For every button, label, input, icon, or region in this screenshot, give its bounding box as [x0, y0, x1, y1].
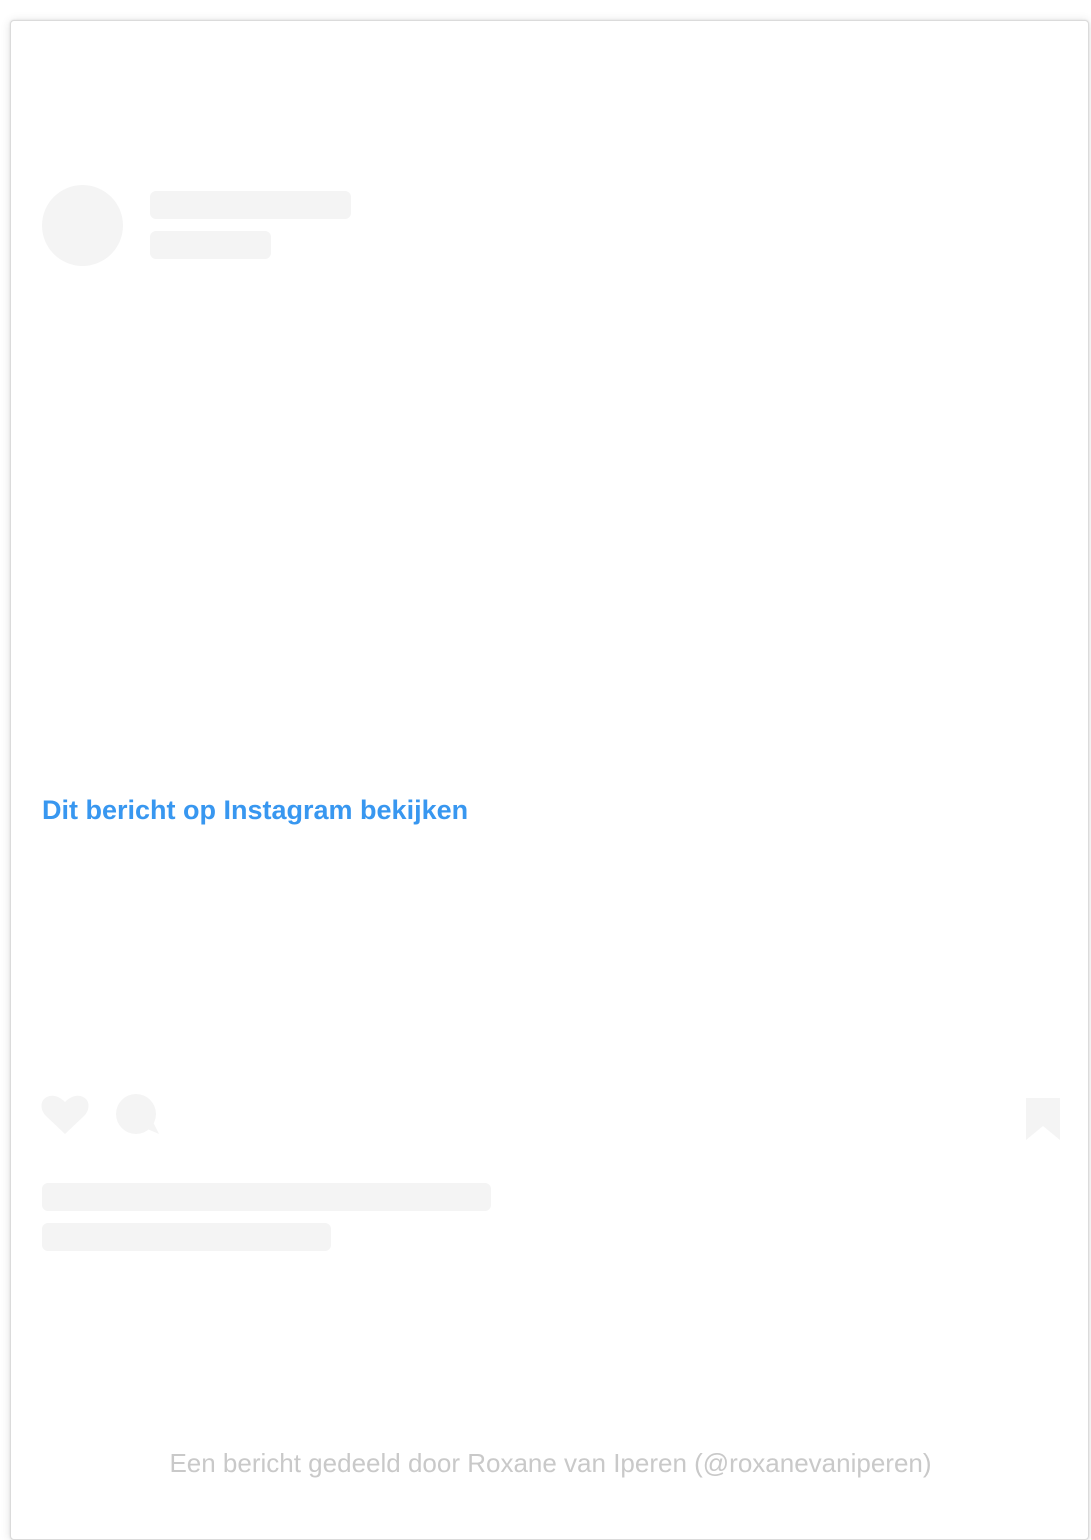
- avatar-placeholder: [42, 185, 123, 266]
- caption-placeholder-line-1: [42, 1183, 491, 1211]
- heart-icon[interactable]: [41, 1095, 89, 1135]
- view-on-instagram-link[interactable]: Dit bericht op Instagram bekijken: [42, 793, 468, 827]
- instagram-embed-card: Dit bericht op Instagram bekijken Een be…: [10, 20, 1089, 1540]
- bookmark-icon[interactable]: [1025, 1098, 1061, 1140]
- location-placeholder: [150, 231, 271, 259]
- caption-placeholder-line-2: [42, 1223, 331, 1251]
- username-placeholder: [150, 191, 351, 219]
- comment-icon[interactable]: [115, 1094, 161, 1136]
- shared-by-caption: Een bericht gedeeld door Roxane van Iper…: [169, 1448, 932, 1478]
